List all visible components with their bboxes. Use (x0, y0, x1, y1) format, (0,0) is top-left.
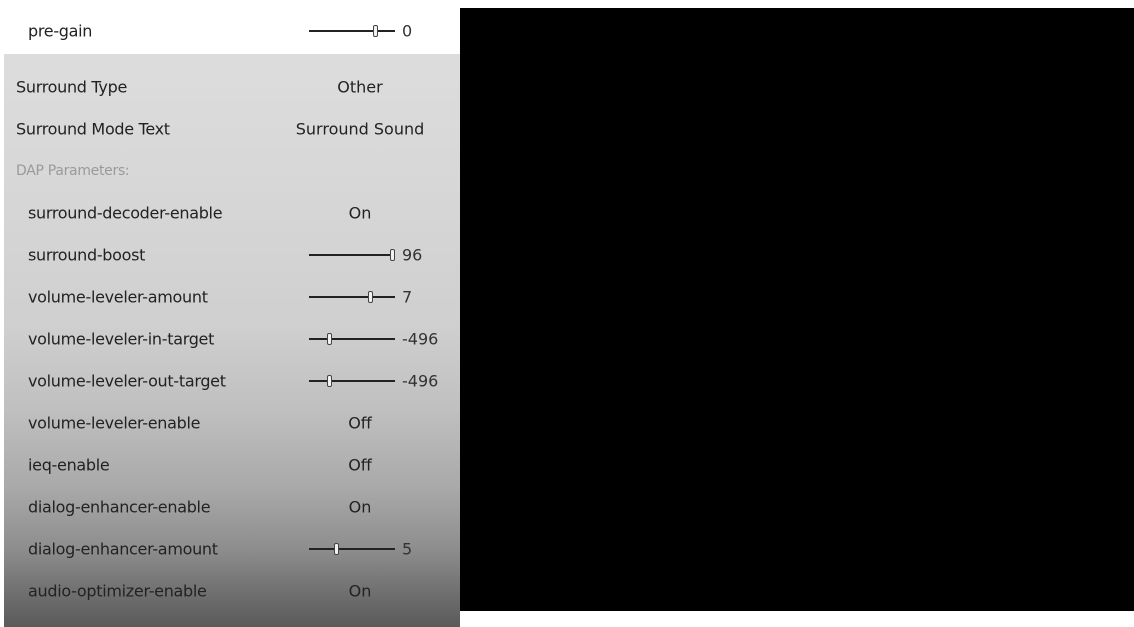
setting-value: Off (348, 455, 372, 475)
slider-thumb[interactable] (367, 291, 373, 303)
setting-row-volume-leveler-amount[interactable]: volume-leveler-amount 7 (4, 276, 460, 318)
slider-value: -496 (402, 329, 439, 349)
slider-thumb[interactable] (373, 25, 379, 37)
volume-leveler-out-target-slider[interactable] (309, 374, 395, 388)
setting-row-volume-leveler-enable[interactable]: volume-leveler-enable Off (4, 402, 460, 444)
setting-row-surround-mode-text[interactable]: Surround Mode Text Surround Sound (4, 108, 460, 150)
setting-label: volume-leveler-out-target (28, 371, 226, 391)
setting-label: pre-gain (28, 21, 93, 41)
surround-boost-slider[interactable] (309, 248, 396, 262)
top-strip (4, 0, 460, 8)
setting-value: On (348, 497, 372, 517)
bottom-strip (460, 611, 1134, 627)
setting-value: Off (348, 413, 372, 433)
screen: pre-gain 0 Surround Type Other Surround … (0, 0, 1134, 627)
setting-label: Surround Mode Text (16, 119, 170, 139)
audio-settings-panel: pre-gain 0 Surround Type Other Surround … (4, 8, 460, 627)
pre-gain-slider[interactable] (309, 24, 395, 38)
setting-label: ieq-enable (28, 455, 110, 475)
setting-label: volume-leveler-in-target (28, 329, 215, 349)
volume-leveler-in-target-slider[interactable] (309, 332, 395, 346)
setting-row-dialog-enhancer-amount[interactable]: dialog-enhancer-amount 5 (4, 528, 460, 570)
setting-label: dialog-enhancer-enable (28, 497, 211, 517)
setting-row-dialog-enhancer-enable[interactable]: dialog-enhancer-enable On (4, 486, 460, 528)
setting-row-surround-decoder-enable[interactable]: surround-decoder-enable On (4, 192, 460, 234)
setting-row-ieq-enable[interactable]: ieq-enable Off (4, 444, 460, 486)
slider-track (309, 296, 395, 298)
setting-row-pre-gain[interactable]: pre-gain 0 (4, 8, 460, 54)
setting-label: dialog-enhancer-amount (28, 539, 218, 559)
slider-thumb[interactable] (326, 333, 332, 345)
slider-track (309, 30, 395, 32)
slider-thumb[interactable] (390, 249, 396, 261)
slider-thumb[interactable] (334, 543, 340, 555)
slider-thumb[interactable] (326, 375, 332, 387)
dap-parameters-header: DAP Parameters: (4, 150, 460, 192)
slider-value: 5 (402, 539, 413, 559)
setting-label: surround-boost (28, 245, 146, 265)
setting-label: Surround Type (16, 77, 127, 97)
setting-row-audio-optimizer-enable[interactable]: audio-optimizer-enable On (4, 570, 460, 612)
setting-row-surround-boost[interactable]: surround-boost 96 (4, 234, 460, 276)
setting-row-surround-type[interactable]: Surround Type Other (4, 66, 460, 108)
slider-track (309, 338, 395, 340)
setting-label: volume-leveler-amount (28, 287, 208, 307)
setting-label: volume-leveler-enable (28, 413, 201, 433)
setting-value: Other (337, 77, 383, 97)
slider-value: -496 (402, 371, 439, 391)
section-heading: DAP Parameters: (16, 163, 130, 179)
slider-track (309, 548, 395, 550)
setting-value: On (348, 581, 372, 601)
setting-row-volume-leveler-out-target[interactable]: volume-leveler-out-target -496 (4, 360, 460, 402)
setting-label: audio-optimizer-enable (28, 581, 207, 601)
slider-value: 96 (402, 245, 423, 265)
dialog-enhancer-amount-slider[interactable] (309, 542, 395, 556)
slider-track (309, 380, 395, 382)
slider-value: 0 (402, 21, 413, 41)
setting-value: Surround Sound (295, 119, 425, 139)
setting-value: On (348, 203, 372, 223)
slider-track (309, 254, 395, 256)
setting-row-volume-leveler-in-target[interactable]: volume-leveler-in-target -496 (4, 318, 460, 360)
setting-label: surround-decoder-enable (28, 203, 223, 223)
slider-value: 7 (402, 287, 413, 307)
volume-leveler-amount-slider[interactable] (309, 290, 395, 304)
video-area (460, 8, 1134, 611)
